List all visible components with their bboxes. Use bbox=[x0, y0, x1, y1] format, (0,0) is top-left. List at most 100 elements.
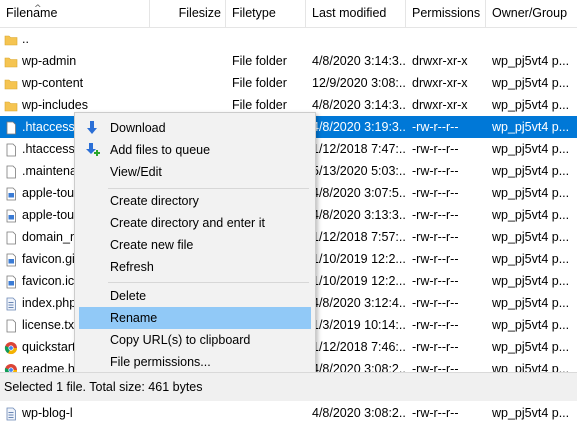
file-owner: wp_pj5vt4 p... bbox=[492, 252, 570, 266]
file-owner: wp_pj5vt4 p... bbox=[492, 274, 570, 288]
file-permissions: -rw-r--r-- bbox=[412, 252, 459, 266]
chrome-icon bbox=[4, 340, 18, 355]
file-owner: wp_pj5vt4 p... bbox=[492, 208, 570, 222]
file-permissions: -rw-r--r-- bbox=[412, 274, 459, 288]
file-owner: wp_pj5vt4 p... bbox=[492, 230, 570, 244]
script-icon bbox=[4, 406, 18, 421]
file-owner: wp_pj5vt4 p... bbox=[492, 318, 570, 332]
file-permissions: -rw-r--r-- bbox=[412, 318, 459, 332]
menu-item-file-permissions[interactable]: File permissions... bbox=[79, 351, 311, 373]
menu-item-download[interactable]: Download bbox=[79, 117, 311, 139]
column-last-modified[interactable]: Last modified bbox=[306, 0, 406, 27]
menu-item-refresh[interactable]: Refresh bbox=[79, 256, 311, 278]
file-size bbox=[150, 72, 222, 94]
file-modified: 1/10/2019 12:2... bbox=[312, 274, 406, 288]
column-last-modified-label: Last modified bbox=[312, 6, 387, 20]
file-permissions: -rw-r--r-- bbox=[412, 208, 459, 222]
file-modified: 4/8/2020 3:12:4... bbox=[312, 296, 406, 310]
status-bar: Selected 1 file. Total size: 461 bytes bbox=[0, 372, 577, 401]
doc-icon bbox=[4, 164, 18, 179]
menu-item-create-directory[interactable]: Create directory bbox=[79, 190, 311, 212]
image-icon bbox=[4, 186, 18, 201]
status-text: Selected 1 file. Total size: 461 bytes bbox=[4, 380, 203, 394]
folder-icon bbox=[4, 98, 18, 112]
table-row[interactable]: wp-admin File folder 4/8/2020 3:14:3... drw… bbox=[0, 50, 577, 72]
file-list-header: ^ Filename Filesize Filetype Last modifi… bbox=[0, 0, 577, 28]
file-owner: wp_pj5vt4 p... bbox=[492, 76, 570, 90]
file-size bbox=[150, 28, 222, 50]
menu-item-create-new-file-label: Create new file bbox=[110, 238, 194, 252]
download-arrow-icon bbox=[87, 121, 97, 134]
file-modified: 12/9/2020 3:08:... bbox=[312, 76, 406, 90]
folder-icon bbox=[4, 76, 18, 90]
column-permissions-label: Permissions bbox=[412, 6, 481, 20]
file-modified: 1/10/2019 12:2... bbox=[312, 252, 406, 266]
file-permissions bbox=[412, 28, 488, 50]
file-name: .. bbox=[22, 32, 29, 46]
file-modified: 4/8/2020 3:14:3... bbox=[312, 98, 406, 112]
table-row[interactable]: wp-blog-l 4/8/2020 3:08:2... -rw-r--r-- wp_… bbox=[0, 402, 577, 424]
column-permissions[interactable]: Permissions bbox=[406, 0, 486, 27]
file-type bbox=[232, 28, 306, 50]
column-owner-group[interactable]: Owner/Group bbox=[486, 0, 577, 27]
column-filesize[interactable]: Filesize bbox=[150, 0, 226, 27]
table-row[interactable]: .. bbox=[0, 28, 577, 50]
file-owner: wp_pj5vt4 p... bbox=[492, 164, 570, 178]
menu-item-copy-urls[interactable]: Copy URL(s) to clipboard bbox=[79, 329, 311, 351]
menu-item-copy-urls-label: Copy URL(s) to clipboard bbox=[110, 333, 251, 347]
menu-separator bbox=[108, 188, 309, 189]
column-filetype-label: Filetype bbox=[232, 6, 276, 20]
file-owner: wp_pj5vt4 p... bbox=[492, 406, 570, 420]
menu-item-add-to-queue-label: Add files to queue bbox=[110, 143, 211, 157]
menu-item-create-new-file[interactable]: Create new file bbox=[79, 234, 311, 256]
file-permissions: -rw-r--r-- bbox=[412, 142, 459, 156]
doc-icon bbox=[4, 142, 18, 157]
column-filename[interactable]: ^ Filename bbox=[0, 0, 150, 27]
file-type: File folder bbox=[232, 54, 287, 68]
script-icon bbox=[4, 296, 18, 311]
file-type: File folder bbox=[232, 76, 287, 90]
file-permissions: -rw-r--r-- bbox=[412, 296, 459, 310]
column-filetype[interactable]: Filetype bbox=[226, 0, 306, 27]
doc-icon bbox=[4, 120, 18, 135]
folder-icon bbox=[4, 32, 18, 46]
file-modified: 1/12/2018 7:47:... bbox=[312, 142, 406, 156]
image-icon bbox=[4, 252, 18, 267]
file-permissions: drwxr-xr-x bbox=[412, 76, 468, 90]
file-owner: wp_pj5vt4 p... bbox=[492, 54, 570, 68]
file-modified: 4/8/2020 3:08:2... bbox=[312, 406, 406, 420]
context-menu: Download Add files to queue View/Edit Cr… bbox=[74, 112, 316, 376]
file-owner: wp_pj5vt4 p... bbox=[492, 340, 570, 354]
file-owner: wp_pj5vt4 p... bbox=[492, 120, 570, 134]
menu-item-delete-label: Delete bbox=[110, 289, 147, 303]
file-owner bbox=[492, 28, 577, 50]
file-size bbox=[150, 402, 222, 424]
file-permissions: -rw-r--r-- bbox=[412, 230, 459, 244]
menu-item-refresh-label: Refresh bbox=[110, 260, 154, 274]
file-owner: wp_pj5vt4 p... bbox=[492, 142, 570, 156]
menu-item-rename-label: Rename bbox=[110, 311, 158, 325]
file-modified bbox=[312, 28, 406, 50]
file-permissions: -rw-r--r-- bbox=[412, 406, 459, 420]
menu-item-delete[interactable]: Delete bbox=[79, 285, 311, 307]
file-name: wp-blog-l bbox=[22, 406, 73, 420]
file-modified: 4/8/2020 3:14:3... bbox=[312, 54, 406, 68]
file-owner: wp_pj5vt4 p... bbox=[492, 186, 570, 200]
menu-separator bbox=[108, 282, 309, 283]
file-permissions: -rw-r--r-- bbox=[412, 120, 459, 134]
menu-item-view-edit[interactable]: View/Edit bbox=[79, 161, 311, 183]
folder-icon bbox=[4, 54, 18, 68]
doc-icon bbox=[4, 230, 18, 245]
file-modified: 4/8/2020 3:13:3... bbox=[312, 208, 406, 222]
menu-item-add-to-queue[interactable]: Add files to queue bbox=[79, 139, 311, 161]
menu-item-create-directory-label: Create directory bbox=[110, 194, 199, 208]
menu-item-view-edit-label: View/Edit bbox=[110, 165, 162, 179]
file-size bbox=[150, 50, 222, 72]
doc-icon bbox=[4, 318, 18, 333]
file-permissions: drwxr-xr-x bbox=[412, 98, 468, 112]
table-row[interactable]: wp-content File folder 12/9/2020 3:08:... d… bbox=[0, 72, 577, 94]
menu-item-create-directory-enter[interactable]: Create directory and enter it bbox=[79, 212, 311, 234]
menu-item-file-permissions-label: File permissions... bbox=[110, 355, 211, 369]
menu-item-rename[interactable]: Rename bbox=[79, 307, 311, 329]
file-modified: 5/13/2020 5:03:... bbox=[312, 164, 406, 178]
